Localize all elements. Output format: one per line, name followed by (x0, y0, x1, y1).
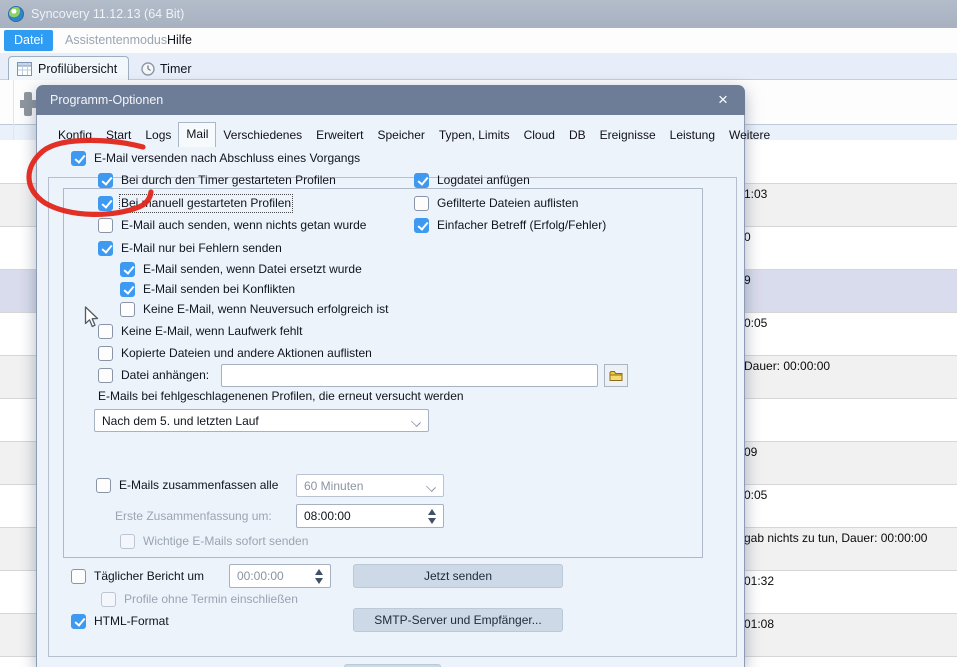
tab-profiluebersicht-label: Profilübersicht (38, 62, 117, 76)
tab-verschiedenes[interactable]: Verschiedenes (216, 124, 309, 147)
checkbox-attach-logfile[interactable]: Logdatei anfügen (414, 172, 530, 188)
checkbox-conflicts[interactable]: E-Mail senden bei Konflikten (120, 281, 295, 297)
tab-db[interactable]: DB (562, 124, 593, 147)
tab-weitere[interactable]: Weitere (722, 124, 777, 147)
tab-profiluebersicht[interactable]: Profilübersicht (8, 56, 129, 81)
tab-cloud[interactable]: Cloud (517, 124, 562, 147)
tab-start[interactable]: Start (99, 124, 138, 147)
menu-item-hilfe[interactable]: Hilfe (157, 30, 202, 51)
checkbox-html-format[interactable]: HTML-Format (71, 613, 169, 629)
folder-icon (609, 370, 623, 382)
syncovery-window: Syncovery 11.12.13 (64 Bit) Datei Assist… (0, 0, 957, 667)
daily-report-time-spinner[interactable]: 00:00:00 (229, 564, 331, 588)
checkbox-daily-report[interactable]: Täglicher Bericht um (71, 568, 204, 584)
tab-ereignisse[interactable]: Ereignisse (593, 124, 663, 147)
clock-icon (141, 62, 155, 76)
tab-konfig[interactable]: Konfig (51, 124, 99, 147)
checkbox-list-filtered-files[interactable]: Gefilterte Dateien auflisten (414, 195, 578, 211)
checkbox-box (98, 241, 113, 256)
checkbox-box (98, 196, 113, 211)
checkbox-box (98, 218, 113, 233)
checkbox-box (71, 614, 86, 629)
chevron-down-icon (412, 417, 421, 426)
dialog-titlebar[interactable]: Programm-Optionen × (36, 85, 745, 115)
dialog-tabbar: Konfig Start Logs Mail Verschiedenes Erw… (51, 122, 777, 147)
send-now-button[interactable]: Jetzt senden (353, 564, 563, 588)
checkbox-file-replaced[interactable]: E-Mail senden, wenn Datei ersetzt wurde (120, 261, 362, 277)
checkbox-box (71, 151, 86, 166)
checkbox-important-emails[interactable]: Wichtige E-Mails sofort senden (120, 533, 308, 549)
chevron-down-icon (427, 482, 436, 491)
checkbox-box (101, 592, 116, 607)
checkbox-attach-file[interactable]: Datei anhängen: (98, 367, 209, 383)
toolbar: Profilübersicht Timer Filte (0, 53, 957, 80)
tab-timer-label: Timer (160, 62, 191, 76)
programm-optionen-dialog: Programm-Optionen × Konfig Start Logs Ma… (36, 85, 745, 667)
checkbox-box (98, 346, 113, 361)
close-icon[interactable]: × (712, 89, 734, 111)
tab-mail[interactable]: Mail (178, 122, 216, 147)
tab-speicher[interactable]: Speicher (371, 124, 432, 147)
checkbox-no-email-drive-missing[interactable]: Keine E-Mail, wenn Laufwerk fehlt (98, 323, 302, 339)
focused-label: Bei manuell gestarteten Profilen (121, 196, 291, 211)
window-title: Syncovery 11.12.13 (64 Bit) (31, 7, 184, 21)
checkbox-email-after-run[interactable]: E-Mail versenden nach Abschluss eines Vo… (66, 150, 365, 166)
checkbox-box (120, 534, 135, 549)
spinner-arrows-icon[interactable] (428, 509, 436, 524)
checkbox-box (414, 173, 429, 188)
tab-timer[interactable]: Timer (133, 58, 199, 80)
attach-file-input[interactable] (221, 364, 598, 387)
checkbox-box (96, 478, 111, 493)
retry-emails-label: E-Mails bei fehlgeschlagenenen Profilen,… (98, 389, 464, 404)
dialog-title: Programm-Optionen (50, 93, 163, 107)
menubar: Datei Assistentenmodus Hilfe (0, 28, 957, 53)
checkbox-box (414, 196, 429, 211)
first-summary-label: Erste Zusammenfassung um: (115, 509, 272, 524)
checkbox-box (98, 324, 113, 339)
spinner-arrows-icon[interactable] (315, 569, 323, 584)
checkbox-send-if-nothing-done[interactable]: E-Mail auch senden, wenn nichts getan wu… (98, 217, 366, 233)
first-summary-time-spinner[interactable]: 08:00:00 (296, 504, 444, 528)
menu-item-datei[interactable]: Datei (4, 30, 53, 51)
dialog-body: Konfig Start Logs Mail Verschiedenes Erw… (36, 115, 745, 667)
checkbox-summarize-emails[interactable]: E-Mails zusammenfassen alle (96, 477, 278, 493)
checkbox-label: E-Mail versenden nach Abschluss eines Vo… (94, 151, 360, 166)
checkbox-box (414, 218, 429, 233)
checkbox-box (120, 282, 135, 297)
tab-erweitert[interactable]: Erweitert (309, 124, 370, 147)
tab-leistung[interactable]: Leistung (663, 124, 722, 147)
checkbox-box (98, 368, 113, 383)
retry-run-select[interactable]: Nach dem 5. und letzten Lauf (94, 409, 429, 432)
browse-file-button[interactable] (604, 364, 628, 387)
checkbox-box (120, 262, 135, 277)
checkbox-box (120, 302, 135, 317)
smtp-server-button[interactable]: SMTP-Server und Empfänger... (353, 608, 563, 632)
checkbox-box (71, 569, 86, 584)
checkbox-list-copied-files[interactable]: Kopierte Dateien und andere Aktionen auf… (98, 345, 372, 361)
checkbox-simple-subject[interactable]: Einfacher Betreff (Erfolg/Fehler) (414, 217, 606, 233)
summarize-interval-select[interactable]: 60 Minuten (296, 474, 444, 497)
partial-toolbar-icon (20, 92, 37, 116)
tab-logs[interactable]: Logs (138, 124, 178, 147)
grid-icon (17, 62, 32, 76)
tab-typen-limits[interactable]: Typen, Limits (432, 124, 517, 147)
checkbox-no-email-retry-success[interactable]: Keine E-Mail, wenn Neuversuch erfolgreic… (120, 301, 388, 317)
syncovery-logo-icon (8, 6, 24, 22)
window-titlebar: Syncovery 11.12.13 (64 Bit) (0, 0, 957, 28)
checkbox-box (98, 173, 113, 188)
checkbox-profiles-without-schedule[interactable]: Profile ohne Termin einschließen (101, 591, 298, 607)
checkbox-manual-profiles[interactable]: Bei manuell gestarteten Profilen (98, 195, 291, 211)
checkbox-errors-only[interactable]: E-Mail nur bei Fehlern senden (98, 240, 282, 256)
checkbox-timer-profiles[interactable]: Bei durch den Timer gestarteten Profilen (98, 172, 336, 188)
